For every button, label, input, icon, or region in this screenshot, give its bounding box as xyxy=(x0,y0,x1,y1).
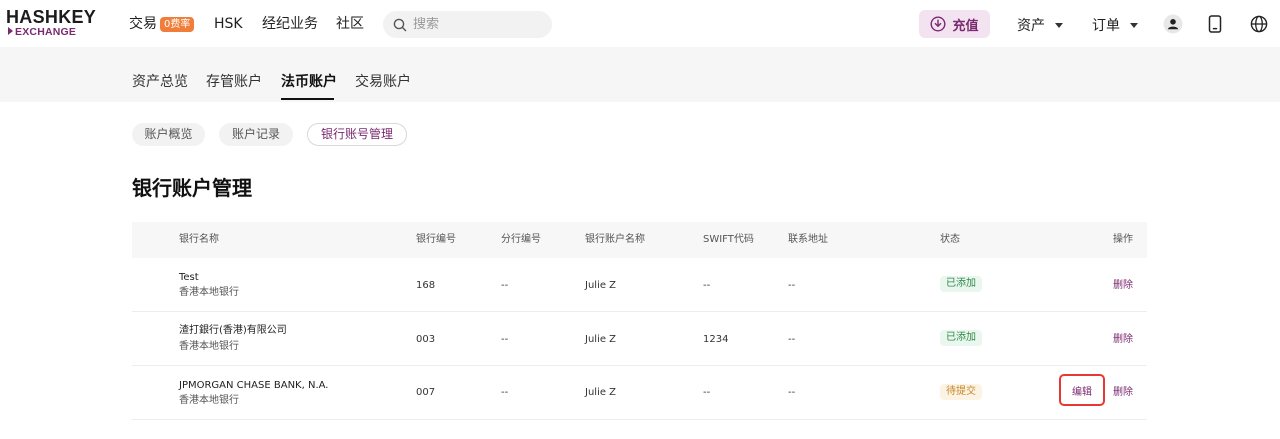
swift-code: -- xyxy=(703,387,711,398)
tab-asset-overview[interactable]: 资产总览 xyxy=(132,73,188,91)
delete-button[interactable]: 删除 xyxy=(1113,334,1133,346)
header-bank-code: 银行编号 xyxy=(416,234,456,245)
header-contact-address: 联系地址 xyxy=(788,234,828,245)
search-icon xyxy=(393,18,407,31)
contact-address: -- xyxy=(788,280,796,291)
search-input[interactable] xyxy=(413,17,533,32)
user-icon xyxy=(1163,14,1183,34)
header-actions: 操作 xyxy=(1113,234,1133,245)
status-badge: 待提交 xyxy=(940,384,982,400)
top-navbar: HASHKEY EXCHANGE 交易0费率 HSK 经纪业务 社区 充值 资产… xyxy=(0,0,1280,47)
bank-name: Test xyxy=(179,272,199,283)
tab-fiat-account[interactable]: 法币账户 xyxy=(281,73,337,91)
branch-code: -- xyxy=(501,280,509,291)
swift-code: -- xyxy=(703,280,711,291)
language-button[interactable] xyxy=(1249,14,1269,34)
mobile-app-button[interactable] xyxy=(1205,14,1225,34)
bank-code: 007 xyxy=(416,387,436,398)
nav-brokerage[interactable]: 经纪业务 xyxy=(262,15,318,33)
header-branch-code: 分行编号 xyxy=(501,234,541,245)
logo-triangle-icon xyxy=(8,27,13,35)
orders-label: 订单 xyxy=(1092,18,1120,34)
header-status: 状态 xyxy=(940,234,960,245)
page-title: 银行账户管理 xyxy=(132,176,252,200)
logo-subtitle: EXCHANGE xyxy=(8,26,96,39)
table-row xyxy=(132,312,1147,366)
bank-type: 香港本地银行 xyxy=(179,287,239,298)
deposit-button[interactable]: 充值 xyxy=(919,10,990,38)
delete-button[interactable]: 删除 xyxy=(1113,387,1133,399)
download-circle-icon xyxy=(930,16,946,32)
bank-code: 168 xyxy=(416,280,436,291)
subtab-account-records[interactable]: 账户记录 xyxy=(219,123,293,146)
mobile-phone-icon xyxy=(1208,15,1222,33)
header-bank-name: 银行名称 xyxy=(179,234,219,245)
orders-dropdown[interactable]: 订单 xyxy=(1092,15,1138,35)
chevron-down-icon xyxy=(1055,22,1063,28)
assets-dropdown[interactable]: 资产 xyxy=(1017,15,1063,35)
deposit-label: 充值 xyxy=(952,18,979,34)
account-name: Julie Z xyxy=(585,387,617,398)
status-badge: 已添加 xyxy=(940,276,982,292)
header-swift-code: SWIFT代码 xyxy=(703,234,754,245)
hashkey-logo[interactable]: HASHKEY EXCHANGE xyxy=(6,8,96,40)
bank-type: 香港本地银行 xyxy=(179,395,239,406)
nav-trade-label: 交易 xyxy=(129,16,157,32)
account-name: Julie Z xyxy=(585,280,617,291)
account-name: Julie Z xyxy=(585,334,617,345)
active-tab-indicator xyxy=(281,98,334,100)
delete-button[interactable]: 删除 xyxy=(1113,280,1133,292)
branch-code: -- xyxy=(501,334,509,345)
bank-name: 渣打銀行(香港)有限公司 xyxy=(179,325,287,336)
subtab-bank-account-management[interactable]: 银行账号管理 xyxy=(307,123,407,146)
contact-address: -- xyxy=(788,387,796,398)
logo-subtitle-text: EXCHANGE xyxy=(15,26,77,38)
swift-code: 1234 xyxy=(703,334,729,345)
nav-trade[interactable]: 交易 0费率 xyxy=(129,15,195,33)
subtab-account-overview[interactable]: 账户概览 xyxy=(132,123,205,146)
account-tabs-bar xyxy=(0,47,1280,102)
nav-hsk[interactable]: HSK xyxy=(214,15,243,33)
bank-code: 003 xyxy=(416,334,436,345)
bank-name: JPMORGAN CHASE BANK, N.A. xyxy=(179,380,329,391)
tab-custody-account[interactable]: 存管账户 xyxy=(206,73,262,91)
table-row xyxy=(132,366,1147,420)
globe-icon xyxy=(1250,15,1268,33)
nav-community[interactable]: 社区 xyxy=(336,15,364,33)
search-box[interactable] xyxy=(383,11,552,38)
logo-wordmark: HASHKEY xyxy=(6,7,97,27)
branch-code: -- xyxy=(501,387,509,398)
assets-label: 资产 xyxy=(1017,18,1045,34)
user-avatar-button[interactable] xyxy=(1163,14,1183,34)
header-account-name: 银行账户名称 xyxy=(585,234,645,245)
zero-fee-badge: 0费率 xyxy=(160,17,195,32)
table-row xyxy=(132,258,1147,312)
edit-button[interactable]: 编辑 xyxy=(1059,374,1105,406)
status-badge: 已添加 xyxy=(940,330,982,346)
tab-trading-account[interactable]: 交易账户 xyxy=(355,73,411,91)
contact-address: -- xyxy=(788,334,796,345)
chevron-down-icon xyxy=(1130,22,1138,28)
bank-type: 香港本地银行 xyxy=(179,341,239,352)
